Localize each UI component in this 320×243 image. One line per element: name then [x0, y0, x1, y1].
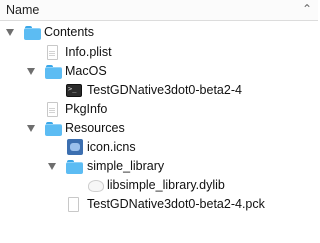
- folder-icon: [45, 65, 62, 79]
- name-column-label: Name: [6, 3, 40, 17]
- tree-row-pkginfo[interactable]: PkgInfo: [0, 100, 318, 119]
- sort-chevron-icon[interactable]: ⌃: [302, 2, 312, 16]
- folder-icon: [66, 160, 83, 174]
- tree-item-label: TestGDNative3dot0-beta2-4: [87, 83, 242, 97]
- tree-row-dylib[interactable]: libsimple_library.dylib: [0, 176, 318, 195]
- tree-row-contents[interactable]: Contents: [0, 23, 318, 42]
- tree-row-resources[interactable]: Resources: [0, 119, 318, 138]
- document-icon: [47, 45, 59, 60]
- document-icon: [68, 197, 80, 212]
- tree-item-label: TestGDNative3dot0-beta2-4.pck: [87, 197, 265, 211]
- tree-item-label: MacOS: [65, 64, 107, 78]
- folder-icon: [24, 26, 41, 40]
- tree-row-macos[interactable]: MacOS: [0, 62, 318, 81]
- tree-item-label: PkgInfo: [65, 102, 108, 116]
- tree-row-pck[interactable]: TestGDNative3dot0-beta2-4.pck: [0, 195, 318, 214]
- name-column-header[interactable]: Name ⌃: [0, 0, 318, 21]
- disclosure-triangle-icon[interactable]: [27, 68, 35, 75]
- tree-row-simple-library[interactable]: simple_library: [0, 157, 318, 176]
- tree-row-info-plist[interactable]: Info.plist: [0, 43, 318, 62]
- disclosure-triangle-icon[interactable]: [27, 125, 35, 132]
- folder-icon: [45, 122, 62, 136]
- tree-item-label: icon.icns: [87, 140, 136, 154]
- dylib-icon: [88, 180, 104, 192]
- tree-row-icon-icns[interactable]: icon.icns: [0, 138, 318, 157]
- icns-icon: [67, 139, 83, 155]
- executable-icon: >_: [66, 84, 82, 97]
- tree-item-label: Contents: [44, 25, 95, 39]
- disclosure-triangle-icon[interactable]: [6, 29, 14, 36]
- tree-item-label: Info.plist: [65, 45, 112, 59]
- tree-row-executable[interactable]: >_ TestGDNative3dot0-beta2-4: [0, 81, 318, 100]
- document-icon: [47, 102, 59, 117]
- disclosure-triangle-icon[interactable]: [48, 163, 56, 170]
- tree-item-label: simple_library: [87, 159, 165, 173]
- tree-item-label: libsimple_library.dylib: [107, 178, 225, 192]
- tree-item-label: Resources: [65, 121, 125, 135]
